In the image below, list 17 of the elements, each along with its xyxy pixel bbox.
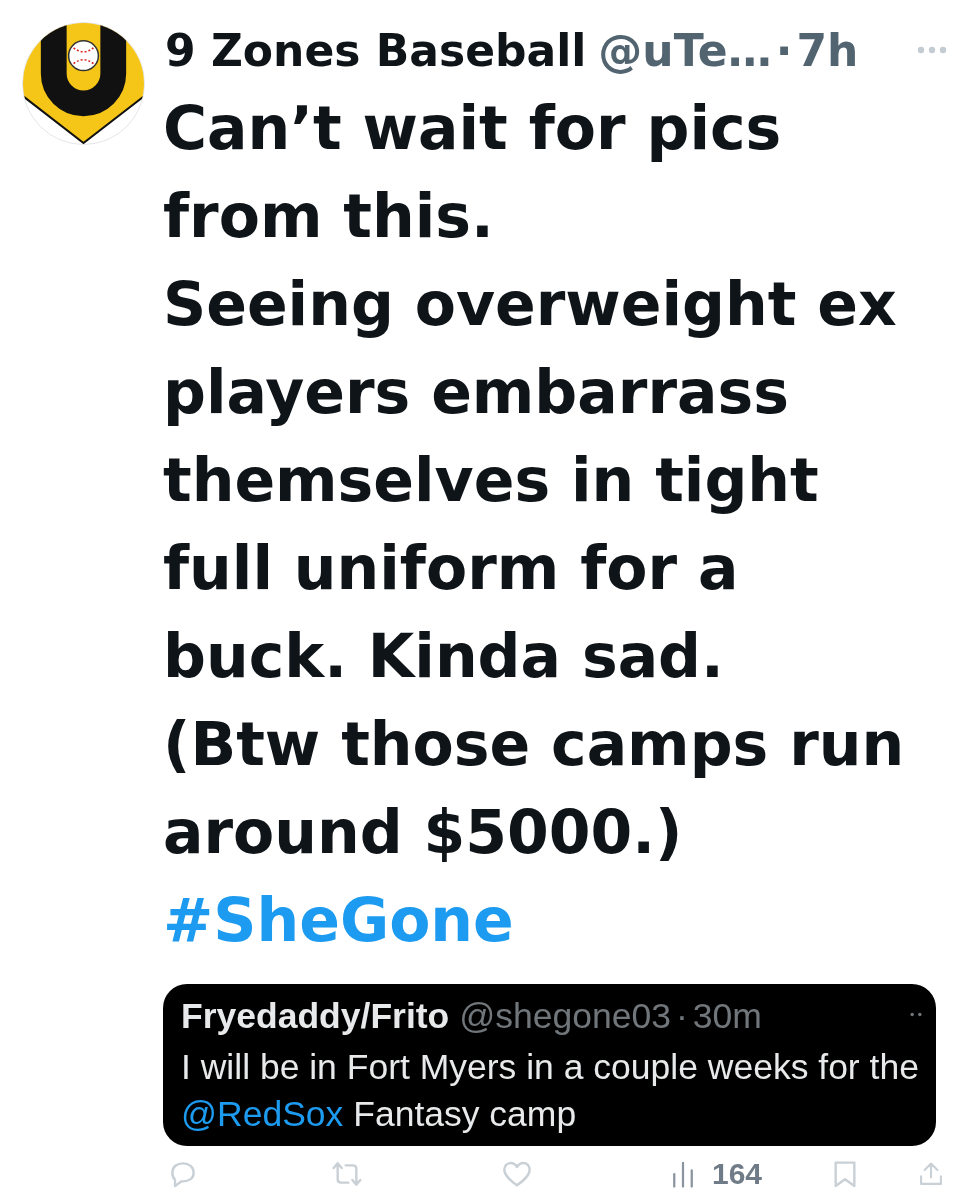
bar-chart-icon[interactable] [670, 1159, 696, 1189]
post-time[interactable]: 7h [796, 24, 859, 76]
quoted-post-text: I will be in Fort Myers in a couple weeks for the @RedSox Fantasy camp [181, 1046, 920, 1136]
tweet-text: Can’t wait for pics from this. Seeing overweight ex players embarrass themselves in tight full uniform for a buck. Kinda sad. (Btw those camps run around $5000.) [163, 92, 906, 869]
author-handle[interactable]: @uTe… [598, 24, 772, 76]
quoted-post-card[interactable]: Fryedaddy/Frito @shegone03·30m I will be in Fort Myers in a couple weeks for the @RedSox Fantasy camp [163, 984, 936, 1146]
quoted-post-time: 30m [692, 995, 762, 1037]
quoted-author-handle: @shegone03 [459, 995, 671, 1037]
quoted-author-name: Fryedaddy/Frito [181, 995, 450, 1037]
separator-dot: · [676, 995, 688, 1037]
author-name[interactable]: 9 Zones Baseball [165, 24, 587, 76]
avatar-logo-icon[interactable] [22, 22, 145, 145]
share-icon[interactable] [917, 1160, 945, 1188]
views-count: 164 [712, 1158, 763, 1190]
more-icon[interactable] [910, 1011, 922, 1017]
separator-dot: · [775, 24, 793, 76]
mention-link[interactable]: @RedSox [181, 1094, 344, 1134]
